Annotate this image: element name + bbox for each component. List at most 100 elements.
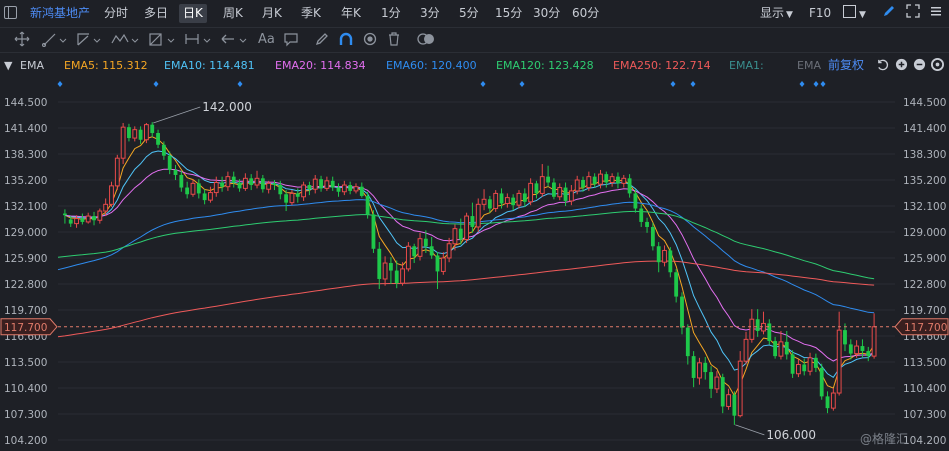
move-icon[interactable]	[14, 31, 30, 49]
candle-body	[819, 367, 824, 397]
y-tick-label: 138.300	[903, 149, 946, 161]
y-tick-label: 107.300	[4, 409, 47, 421]
tab-yearly-k[interactable]: 年K	[341, 4, 361, 23]
chart-grid	[58, 101, 895, 441]
range-tool-icon[interactable]	[184, 31, 214, 49]
tab-minute[interactable]: 分时	[104, 4, 128, 23]
tab-60min[interactable]: 60分	[572, 4, 599, 23]
zoom-out-icon[interactable]	[913, 58, 926, 75]
f10-button[interactable]: F10	[809, 4, 831, 23]
more-icon[interactable]	[930, 4, 942, 24]
kline-chart[interactable]: 144.500 141.400 138.300 135.200 132.100 129.0…	[0, 77, 949, 451]
wave-tool-icon[interactable]	[110, 31, 140, 49]
candle-body	[196, 183, 201, 194]
adjust-mode-button[interactable]: 前复权	[828, 58, 864, 72]
candle-body	[400, 268, 405, 284]
tab-monthly-k[interactable]: 月K	[262, 4, 282, 23]
candle-body	[266, 182, 272, 190]
candle-body	[645, 221, 649, 227]
menu-icon[interactable]	[4, 6, 17, 19]
indicator-main-label[interactable]: EMA	[20, 59, 44, 73]
pen-icon[interactable]	[314, 31, 330, 49]
candle-body	[685, 327, 690, 357]
candle-body	[179, 174, 184, 188]
candle-body	[452, 228, 458, 245]
magnet-icon[interactable]	[338, 31, 354, 49]
candle-body	[778, 341, 784, 357]
display-dropdown[interactable]: 显示 ▼	[760, 4, 793, 25]
y-tick-label: 125.900	[903, 253, 946, 265]
tab-weekly-k[interactable]: 周K	[223, 4, 243, 23]
draw-pen-icon[interactable]	[882, 4, 896, 24]
fullscreen-icon[interactable]	[906, 4, 920, 24]
candle-body	[604, 174, 609, 183]
candle-body	[703, 362, 708, 373]
y-tick-label: 122.800	[903, 279, 946, 291]
text-tool-icon[interactable]: Aa	[258, 31, 275, 49]
y-axis-left: 144.500 141.400 138.300 135.200 132.100 129.0…	[4, 97, 47, 447]
event-marker	[57, 81, 63, 87]
candle-body	[132, 129, 138, 139]
y-tick-label: 119.700	[903, 305, 946, 317]
candle-body	[621, 177, 627, 184]
tab-daily-k[interactable]: 日K	[179, 4, 207, 23]
indicator-collapse-icon[interactable]: ▼	[4, 59, 12, 73]
toggle-icon[interactable]	[416, 31, 436, 49]
candle-body	[860, 346, 865, 352]
layout-dropdown[interactable]: ▼	[843, 4, 866, 25]
y-tick-label: 113.500	[4, 357, 47, 369]
high-pointer-line	[153, 106, 201, 124]
candle-body	[487, 199, 492, 209]
tab-5min[interactable]: 5分	[459, 4, 479, 23]
candle-body	[680, 296, 684, 328]
y-tick-label: 138.300	[4, 149, 47, 161]
candle-body	[254, 177, 260, 186]
event-marker	[519, 81, 525, 87]
candle-body	[301, 184, 306, 198]
candle-body	[574, 179, 580, 192]
candle-body	[650, 226, 655, 247]
tab-15min[interactable]: 15分	[495, 4, 522, 23]
candle-body	[522, 193, 527, 202]
settings-icon[interactable]	[931, 58, 944, 75]
tab-multi-day[interactable]: 多日	[144, 4, 168, 23]
y-tick-label: 144.500	[903, 97, 946, 109]
comment-tool-icon[interactable]	[283, 31, 299, 49]
price-tag-left-text: 117.700	[4, 322, 47, 334]
candle-body	[220, 182, 224, 187]
candle-body	[423, 238, 428, 247]
polyline-tool-icon[interactable]	[76, 31, 102, 49]
event-marker	[813, 81, 819, 87]
zoom-in-icon[interactable]	[895, 58, 908, 75]
undo-icon[interactable]	[876, 58, 889, 75]
candle-body	[156, 133, 160, 145]
candle-body	[272, 183, 277, 186]
low-pointer-line	[735, 424, 765, 436]
candle-body	[80, 218, 85, 222]
trash-icon[interactable]	[386, 31, 402, 49]
candle-body	[871, 326, 877, 357]
candle-body	[737, 360, 743, 417]
arrow-tool-icon[interactable]	[220, 31, 250, 49]
candle-body	[173, 169, 178, 175]
tab-quarterly-k[interactable]: 季K	[301, 4, 321, 23]
candle-body	[504, 197, 510, 204]
stock-name[interactable]: 新鸿基地产	[30, 4, 90, 23]
tab-1min[interactable]: 1分	[381, 4, 401, 23]
y-tick-label: 110.400	[4, 383, 47, 395]
candle-body	[382, 262, 388, 280]
candle-body	[85, 215, 91, 223]
line-tool-icon[interactable]	[41, 31, 68, 49]
y-tick-label: 129.000	[903, 227, 946, 239]
tab-30min[interactable]: 30分	[533, 4, 560, 23]
candle-body	[668, 250, 673, 273]
ema10-line	[64, 150, 875, 378]
measure-tool-icon[interactable]	[148, 31, 176, 49]
y-tick-label: 119.700	[4, 305, 47, 317]
tab-3min[interactable]: 3分	[420, 4, 440, 23]
candle-body	[190, 182, 196, 195]
current-price-tags: 117.700 117.700	[0, 318, 949, 336]
eye-icon[interactable]	[362, 31, 378, 49]
candle-body	[691, 356, 696, 378]
candle-body	[836, 329, 842, 394]
